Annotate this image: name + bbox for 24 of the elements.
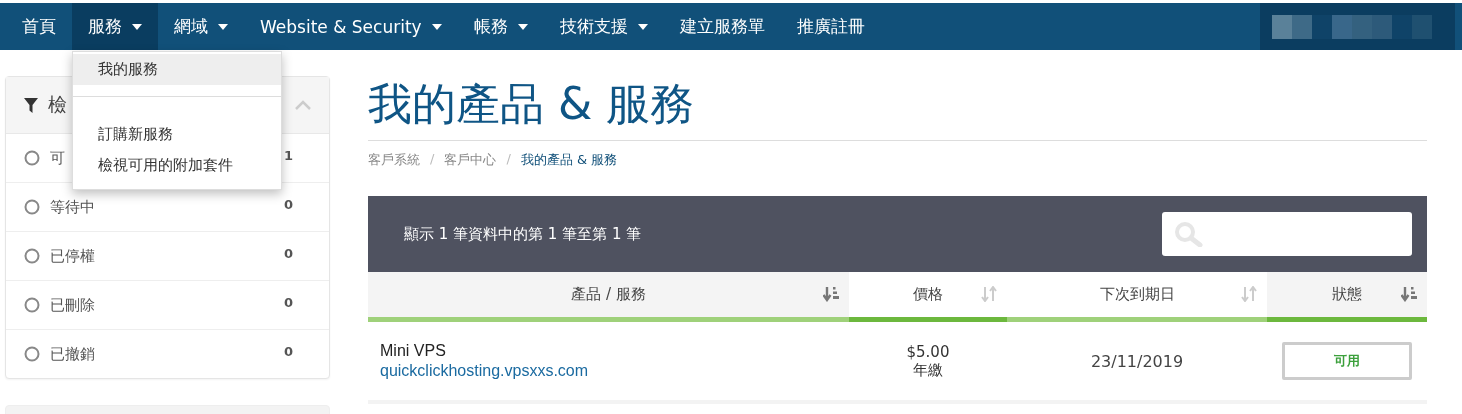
filter-count: 1: [283, 147, 293, 163]
filter-label: 已刪除: [50, 295, 95, 315]
table-info: 顯示 1 筆資料中的第 1 筆至第 1 筆: [404, 224, 642, 244]
breadcrumb-separator: /: [506, 151, 511, 168]
column-label: 下次到期日: [1099, 285, 1175, 304]
status-label: 可用: [1282, 342, 1412, 380]
column-label: 狀態: [1332, 285, 1362, 304]
filter-count: 0: [283, 343, 293, 359]
filter-label: 等待中: [50, 197, 95, 217]
price-text: $5.00: [906, 342, 950, 361]
product-name: Mini VPS: [380, 342, 447, 360]
filter-count: 0: [283, 196, 293, 212]
filter-count: 0: [283, 245, 293, 261]
page-title: 我的產品 & 服務: [368, 76, 1427, 141]
breadcrumb-separator: /: [430, 151, 435, 168]
column-label: 產品 / 服務: [571, 285, 646, 304]
panel-title: 檢: [48, 92, 68, 117]
filter-count: 0: [283, 294, 293, 310]
column-label: 價格: [913, 285, 943, 304]
billing-cycle: 年繳: [913, 360, 943, 380]
filter-label: 可: [50, 148, 65, 168]
filter-label: 已撤銷: [50, 344, 95, 364]
due-date: 23/11/2019: [1090, 351, 1184, 371]
filter-label: 已停權: [50, 246, 95, 266]
